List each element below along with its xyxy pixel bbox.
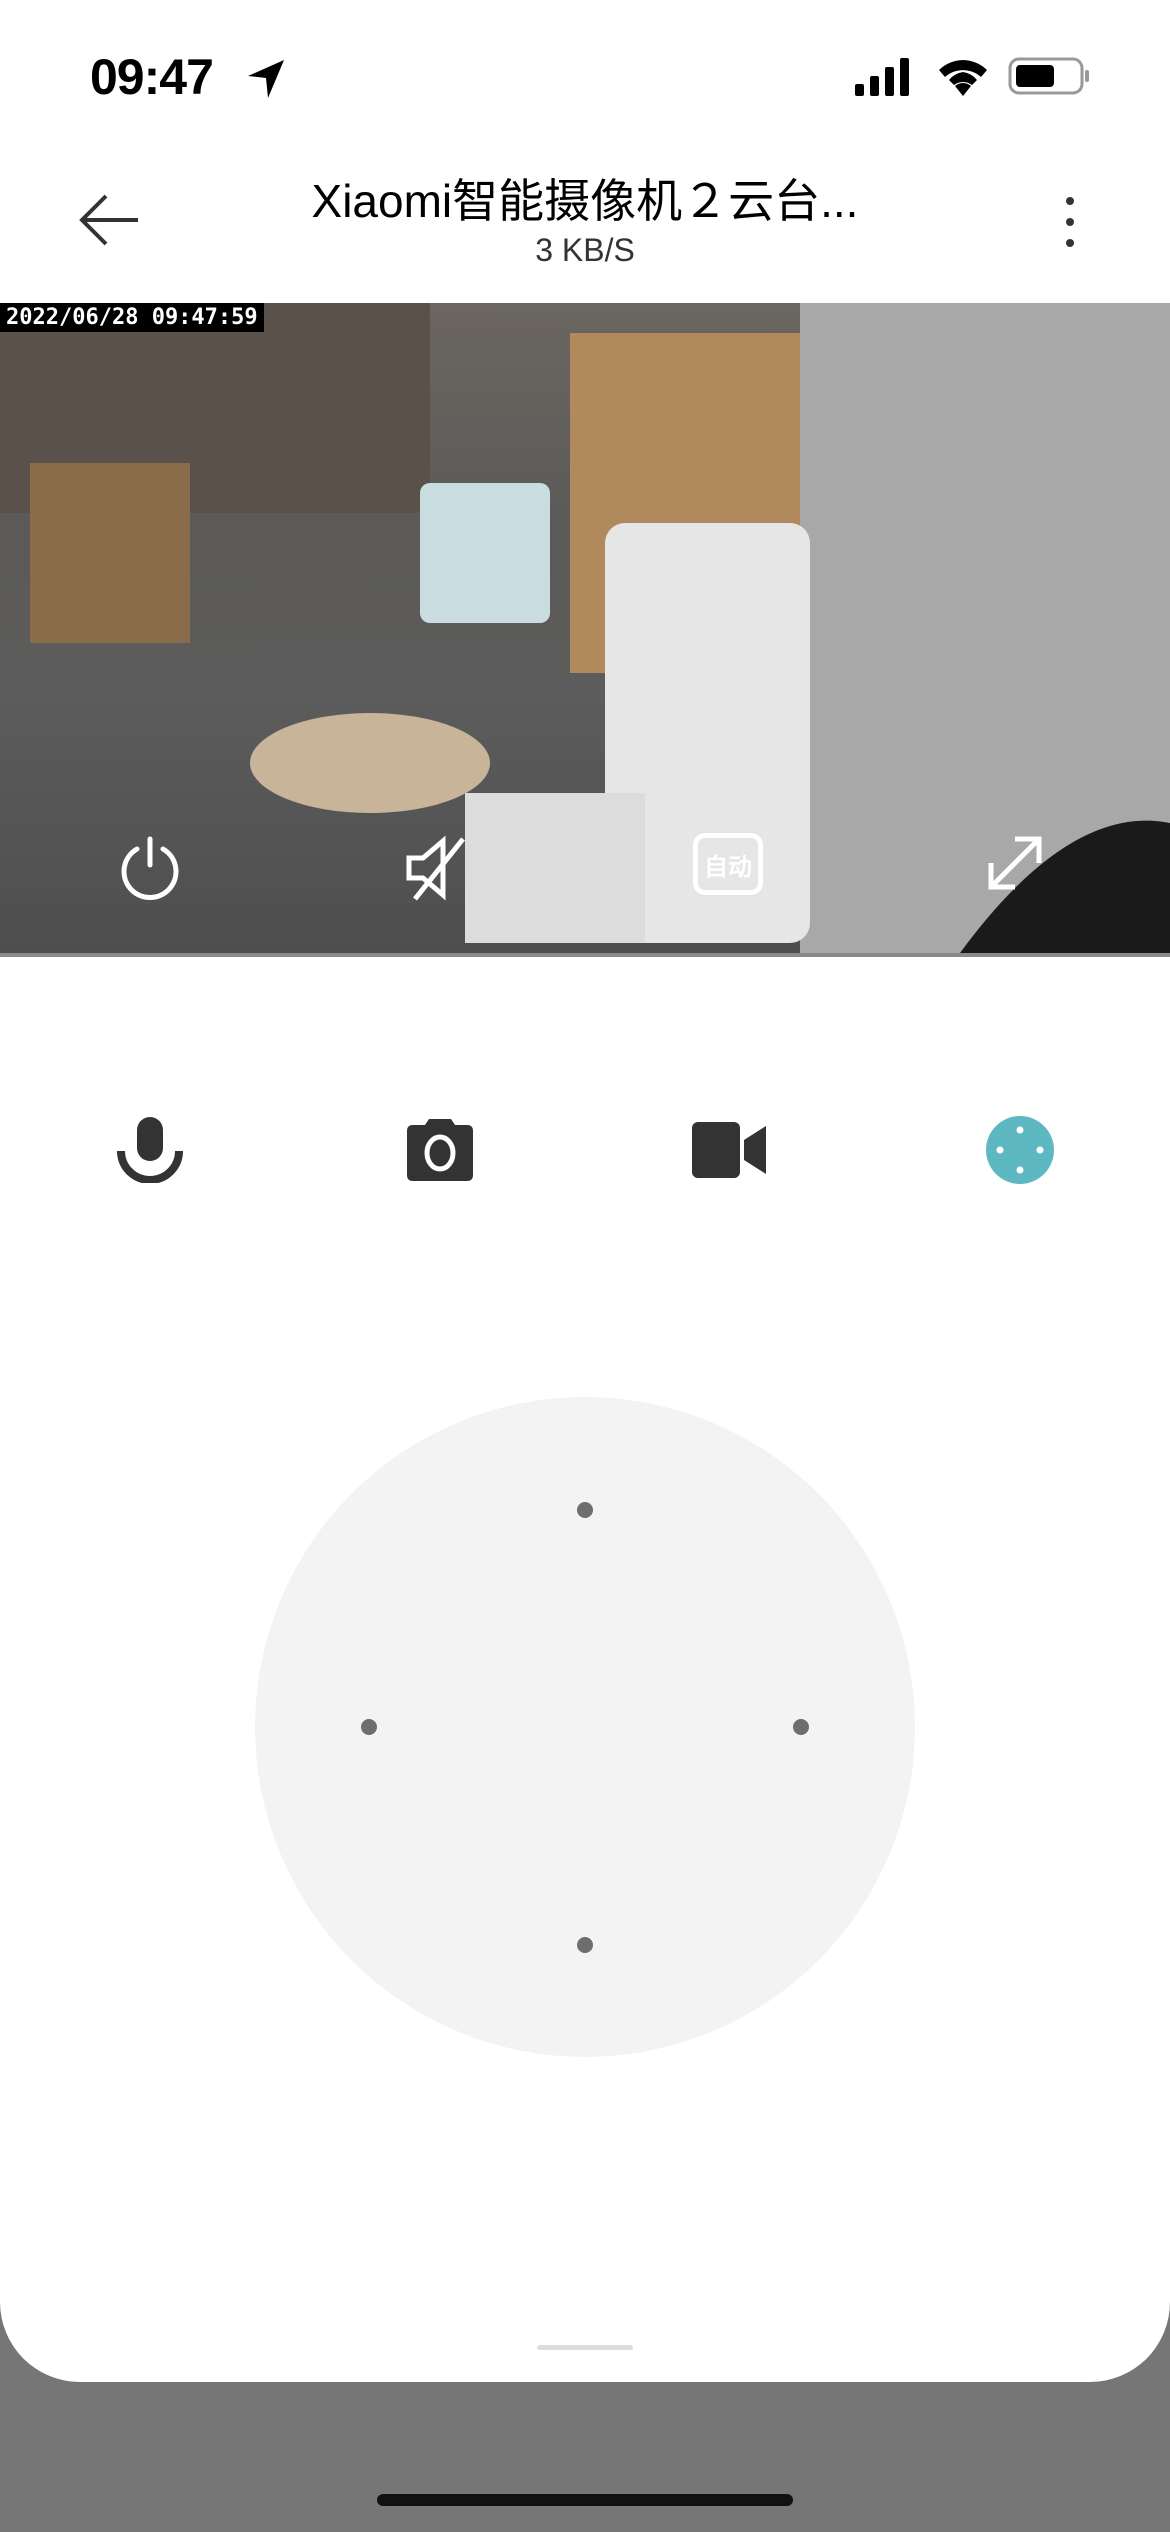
home-indicator[interactable] bbox=[377, 2494, 793, 2506]
location-arrow-icon bbox=[248, 60, 284, 98]
ptz-toggle-button[interactable] bbox=[980, 1110, 1060, 1190]
ptz-down-dot[interactable] bbox=[577, 1937, 593, 1953]
quality-auto-button[interactable]: 自动 bbox=[693, 833, 763, 895]
sheet-handle[interactable] bbox=[537, 2345, 633, 2350]
speaker-muted-icon[interactable] bbox=[403, 833, 473, 903]
ptz-up-dot[interactable] bbox=[577, 1502, 593, 1518]
expand-icon[interactable] bbox=[985, 833, 1045, 893]
cellular-signal-icon bbox=[855, 58, 909, 96]
talk-button[interactable] bbox=[110, 1110, 190, 1190]
video-record-icon bbox=[692, 1122, 766, 1178]
wifi-icon bbox=[939, 60, 987, 96]
arrow-left-icon[interactable] bbox=[78, 190, 148, 250]
direction-pad-icon bbox=[986, 1116, 1054, 1184]
snapshot-button[interactable] bbox=[400, 1110, 480, 1190]
ptz-joystick[interactable] bbox=[255, 1397, 915, 2057]
bitrate-label: 3 KB/S bbox=[535, 232, 635, 268]
status-bar: 09:47 bbox=[0, 0, 1170, 150]
video-divider bbox=[0, 953, 1170, 957]
status-time: 09:47 bbox=[90, 49, 214, 105]
ptz-right-dot[interactable] bbox=[793, 1719, 809, 1735]
live-video[interactable]: 2022/06/28 09:47:59 自动 bbox=[0, 303, 1170, 953]
microphone-icon bbox=[117, 1117, 183, 1183]
power-icon[interactable] bbox=[115, 833, 185, 903]
ptz-left-dot[interactable] bbox=[361, 1719, 377, 1735]
video-timestamp: 2022/06/28 09:47:59 bbox=[0, 303, 264, 332]
battery-icon bbox=[1008, 57, 1089, 95]
more-vertical-icon[interactable] bbox=[1060, 195, 1080, 250]
camera-icon bbox=[407, 1119, 473, 1181]
device-title: Xiaomi智能摄像机２云台... bbox=[311, 175, 859, 227]
control-toolbar bbox=[0, 1110, 1170, 1190]
record-button[interactable] bbox=[690, 1110, 770, 1190]
